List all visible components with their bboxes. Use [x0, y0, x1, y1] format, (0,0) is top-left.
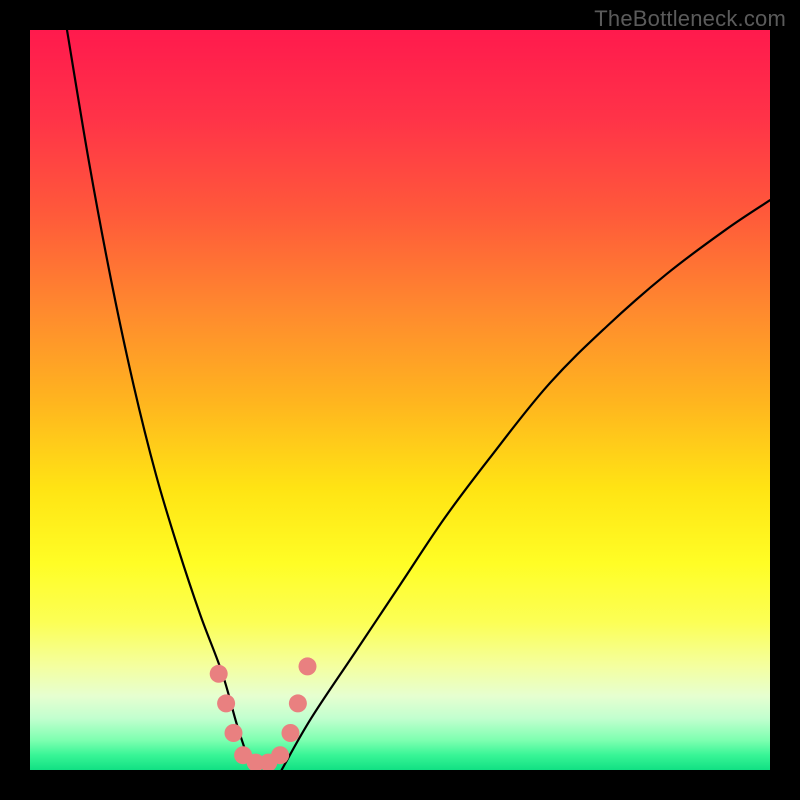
- highlight-dot: [210, 665, 228, 683]
- chart-frame: TheBottleneck.com: [0, 0, 800, 800]
- highlight-dot: [299, 657, 317, 675]
- highlight-dot: [281, 724, 299, 742]
- curve-layer: [30, 30, 770, 770]
- watermark-text: TheBottleneck.com: [594, 6, 786, 32]
- highlight-dot: [217, 694, 235, 712]
- highlight-dot: [271, 746, 289, 764]
- curve-right-branch: [282, 200, 770, 770]
- highlight-dot: [225, 724, 243, 742]
- curve-left-branch: [67, 30, 252, 770]
- highlight-dot: [289, 694, 307, 712]
- plot-area: [30, 30, 770, 770]
